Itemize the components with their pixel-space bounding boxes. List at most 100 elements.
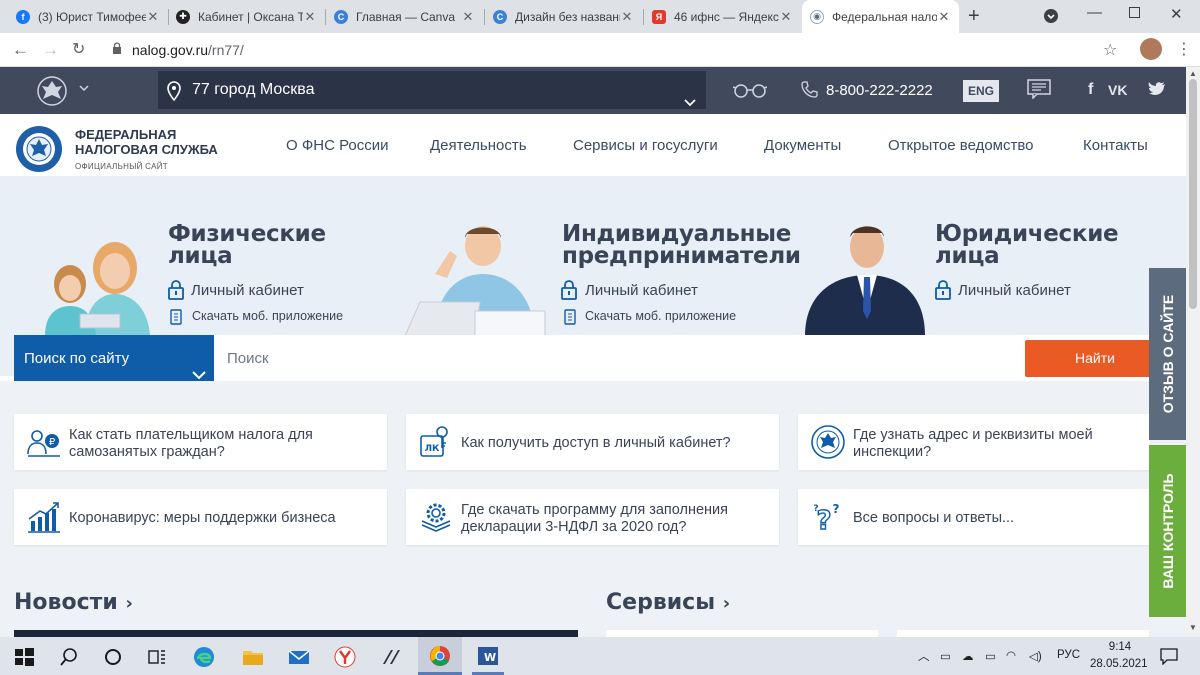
twitter-icon[interactable] (1148, 82, 1166, 102)
tray-up-chevron-icon[interactable]: ︿ (918, 648, 930, 664)
faq-card-line: Как получить доступ в личный кабинет? (461, 435, 731, 451)
mail-icon[interactable] (288, 646, 310, 668)
hero-entrepreneurs-title[interactable]: Индивидуальные предприниматели (562, 223, 801, 268)
service-card[interactable] (897, 630, 1149, 637)
entrepreneurs-cabinet-link[interactable]: Личный кабинет (585, 282, 698, 299)
emblem-icon (810, 424, 846, 460)
scroll-down-icon[interactable]: ▼ (1189, 623, 1197, 632)
wifi-icon[interactable]: ◠ (1006, 648, 1016, 662)
control-side-tab[interactable]: ВАШ КОНТРОЛЬ (1149, 445, 1186, 617)
nav-services[interactable]: Сервисы и госуслуги (573, 137, 718, 154)
legal-entities-photo (805, 221, 925, 336)
nav-activity[interactable]: Деятельность (430, 137, 527, 154)
browser-tab-5[interactable]: Я 46 ифнс — Яндекс ✕ (644, 0, 801, 33)
language-indicator[interactable]: РУС (1057, 649, 1080, 661)
search-icon[interactable] (58, 646, 80, 668)
scroll-up-icon[interactable]: ▲ (1189, 69, 1197, 78)
entrepreneurs-app-link[interactable]: Скачать моб. приложение (585, 309, 736, 323)
accessibility-glasses-icon[interactable] (732, 82, 768, 103)
nav-open-agency[interactable]: Открытое ведомство (888, 137, 1034, 154)
tab-title: (3) Юрист Тимофеева (38, 9, 146, 24)
org-name-line2: НАЛОГОВАЯ СЛУЖБА (75, 142, 218, 157)
region-select[interactable]: 77 город Москва (158, 71, 706, 109)
tab-search-button[interactable] (1044, 9, 1058, 23)
faq-card-coronavirus[interactable]: Коронавирус: меры поддержки бизнеса (14, 489, 387, 545)
search-input[interactable]: Поиск (227, 350, 269, 367)
clock-time[interactable]: 9:14 (1103, 641, 1137, 653)
services-heading[interactable]: Сервисы › (606, 590, 730, 615)
back-button[interactable]: ← (12, 41, 29, 59)
lock-icon (561, 280, 577, 305)
nav-documents[interactable]: Документы (764, 137, 841, 154)
faq-card-3ndfl[interactable]: Где скачать программу для заполнения декл… (406, 489, 779, 545)
forward-button[interactable]: → (42, 41, 59, 59)
windows-start-icon[interactable] (13, 646, 35, 668)
hero-individuals-title[interactable]: Физические лица (168, 223, 326, 268)
feedback-side-tab[interactable]: ОТЗЫВ О САЙТЕ (1149, 268, 1186, 440)
reload-button[interactable]: ↻ (72, 41, 85, 59)
browser-tab-3[interactable]: C Главная — Canva ✕ (326, 0, 483, 33)
chevron-down-icon[interactable] (78, 81, 90, 99)
avatar[interactable] (1140, 38, 1162, 60)
search-scope-select[interactable]: Поиск по сайту (14, 335, 214, 381)
faq-card-self-employed[interactable]: ₽ Как стать плательщиком налога для самоз… (14, 414, 387, 470)
yandex-browser-icon[interactable] (334, 646, 356, 668)
close-icon[interactable]: ✕ (620, 9, 634, 25)
message-icon[interactable] (1027, 79, 1051, 104)
chrome-taskbar-button[interactable] (418, 637, 462, 675)
fns-logo[interactable] (14, 124, 64, 174)
edge-icon[interactable] (193, 646, 215, 668)
restore-button[interactable] (1129, 7, 1140, 18)
news-banner[interactable] (14, 630, 578, 637)
facebook-icon: f (16, 9, 30, 24)
faq-card-line: Коронавирус: меры поддержки бизнеса (69, 510, 336, 526)
faq-card-inspection[interactable]: Где узнать адрес и реквизиты моей инспекц… (798, 414, 1150, 470)
close-icon[interactable]: ✕ (937, 9, 951, 25)
browser-tab-2[interactable]: ✚ Кабинет | Оксана Тимофеева ✕ (168, 0, 325, 33)
legal-entities-cabinet-link[interactable]: Личный кабинет (958, 282, 1071, 299)
file-explorer-icon[interactable] (242, 646, 264, 668)
close-icon[interactable]: ✕ (146, 9, 160, 25)
menu-kebab-icon[interactable]: ⋮ (1176, 39, 1192, 59)
scrollbar-thumb[interactable] (1189, 79, 1197, 309)
window-close-button[interactable]: ✕ (1170, 5, 1183, 23)
close-icon[interactable]: ✕ (461, 9, 475, 25)
news-heading[interactable]: Новости › (14, 590, 133, 615)
hero-legal-entities-title[interactable]: Юридические лица (935, 223, 1119, 268)
chart-growth-icon (26, 499, 62, 535)
nav-about[interactable]: О ФНС России (286, 137, 389, 154)
phone-number[interactable]: 8-800-222-2222 (826, 82, 933, 99)
clock-date[interactable]: 28.05.2021 (1090, 658, 1148, 670)
battery-icon[interactable]: ▭ (985, 649, 996, 663)
facebook-icon[interactable]: f (1088, 81, 1093, 99)
new-tab-button[interactable]: + (968, 5, 980, 28)
close-icon[interactable]: ✕ (303, 9, 317, 25)
url-field[interactable]: nalog.gov.ru/rn77/ (132, 38, 1152, 62)
notifications-icon[interactable] (1160, 647, 1178, 670)
meet-now-icon[interactable]: ▭ (940, 649, 951, 663)
individuals-cabinet-link[interactable]: Личный кабинет (191, 282, 304, 299)
language-button[interactable]: ENG (963, 80, 999, 102)
app-icon[interactable] (381, 646, 403, 668)
nav-contacts[interactable]: Контакты (1083, 137, 1148, 154)
onedrive-icon[interactable]: ☁ (962, 649, 974, 663)
close-icon[interactable]: ✕ (779, 9, 793, 25)
control-side-tab-label: ВАШ КОНТРОЛЬ (1159, 473, 1176, 589)
minimize-button[interactable]: — (1087, 4, 1102, 21)
service-card[interactable] (606, 630, 878, 637)
star-icon[interactable]: ☆ (1103, 40, 1117, 60)
word-taskbar-button[interactable]: W (466, 637, 510, 675)
cortana-icon[interactable] (102, 646, 124, 668)
individuals-app-link[interactable]: Скачать моб. приложение (192, 309, 343, 323)
browser-tab-4[interactable]: C Дизайн без названия ✕ (485, 0, 642, 33)
volume-icon[interactable]: ◁) (1029, 649, 1042, 663)
browser-tab-6[interactable]: ◉ Федеральная налоговая ✕ (802, 0, 959, 33)
search-button[interactable]: Найти (1025, 340, 1165, 377)
browser-tab-1[interactable]: f (3) Юрист Тимофеева ✕ (8, 0, 168, 33)
task-view-icon[interactable] (146, 646, 168, 668)
vk-icon[interactable]: VK (1108, 82, 1127, 98)
svg-text:ЛК: ЛК (425, 444, 440, 454)
faq-card-cabinet-access[interactable]: ЛК Как получить доступ в личный кабинет? (406, 414, 779, 470)
page-scrollbar[interactable]: ▲ ▼ (1186, 67, 1200, 637)
faq-card-all-questions[interactable]: ??? Все вопросы и ответы... (798, 489, 1150, 545)
